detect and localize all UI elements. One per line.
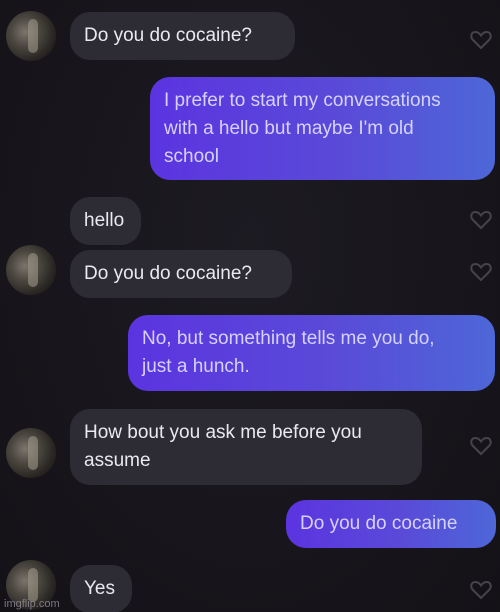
heart-outline-icon[interactable] <box>470 436 492 456</box>
message-bubble-incoming[interactable]: How bout you ask me before you assume <box>70 409 422 485</box>
message-bubble-incoming[interactable]: Do you do cocaine? <box>70 250 292 298</box>
heart-outline-icon[interactable] <box>470 580 492 600</box>
chat-screen: Do you do cocaine? I prefer to start my … <box>0 0 500 612</box>
message-bubble-outgoing[interactable]: Do you do cocaine <box>286 500 496 548</box>
message-bubble-outgoing[interactable]: No, but something tells me you do, just … <box>128 315 495 391</box>
heart-outline-icon[interactable] <box>470 262 492 282</box>
heart-outline-icon[interactable] <box>470 30 492 50</box>
message-bubble-outgoing[interactable]: I prefer to start my conversations with … <box>150 77 495 180</box>
watermark: imgflip.com <box>4 598 60 610</box>
sender-avatar[interactable] <box>6 245 56 295</box>
sender-avatar[interactable] <box>6 428 56 478</box>
message-bubble-incoming[interactable]: Do you do cocaine? <box>70 12 295 60</box>
message-bubble-incoming[interactable]: hello <box>70 197 141 245</box>
sender-avatar[interactable] <box>6 11 56 61</box>
message-bubble-incoming[interactable]: Yes <box>70 565 132 612</box>
heart-outline-icon[interactable] <box>470 210 492 230</box>
